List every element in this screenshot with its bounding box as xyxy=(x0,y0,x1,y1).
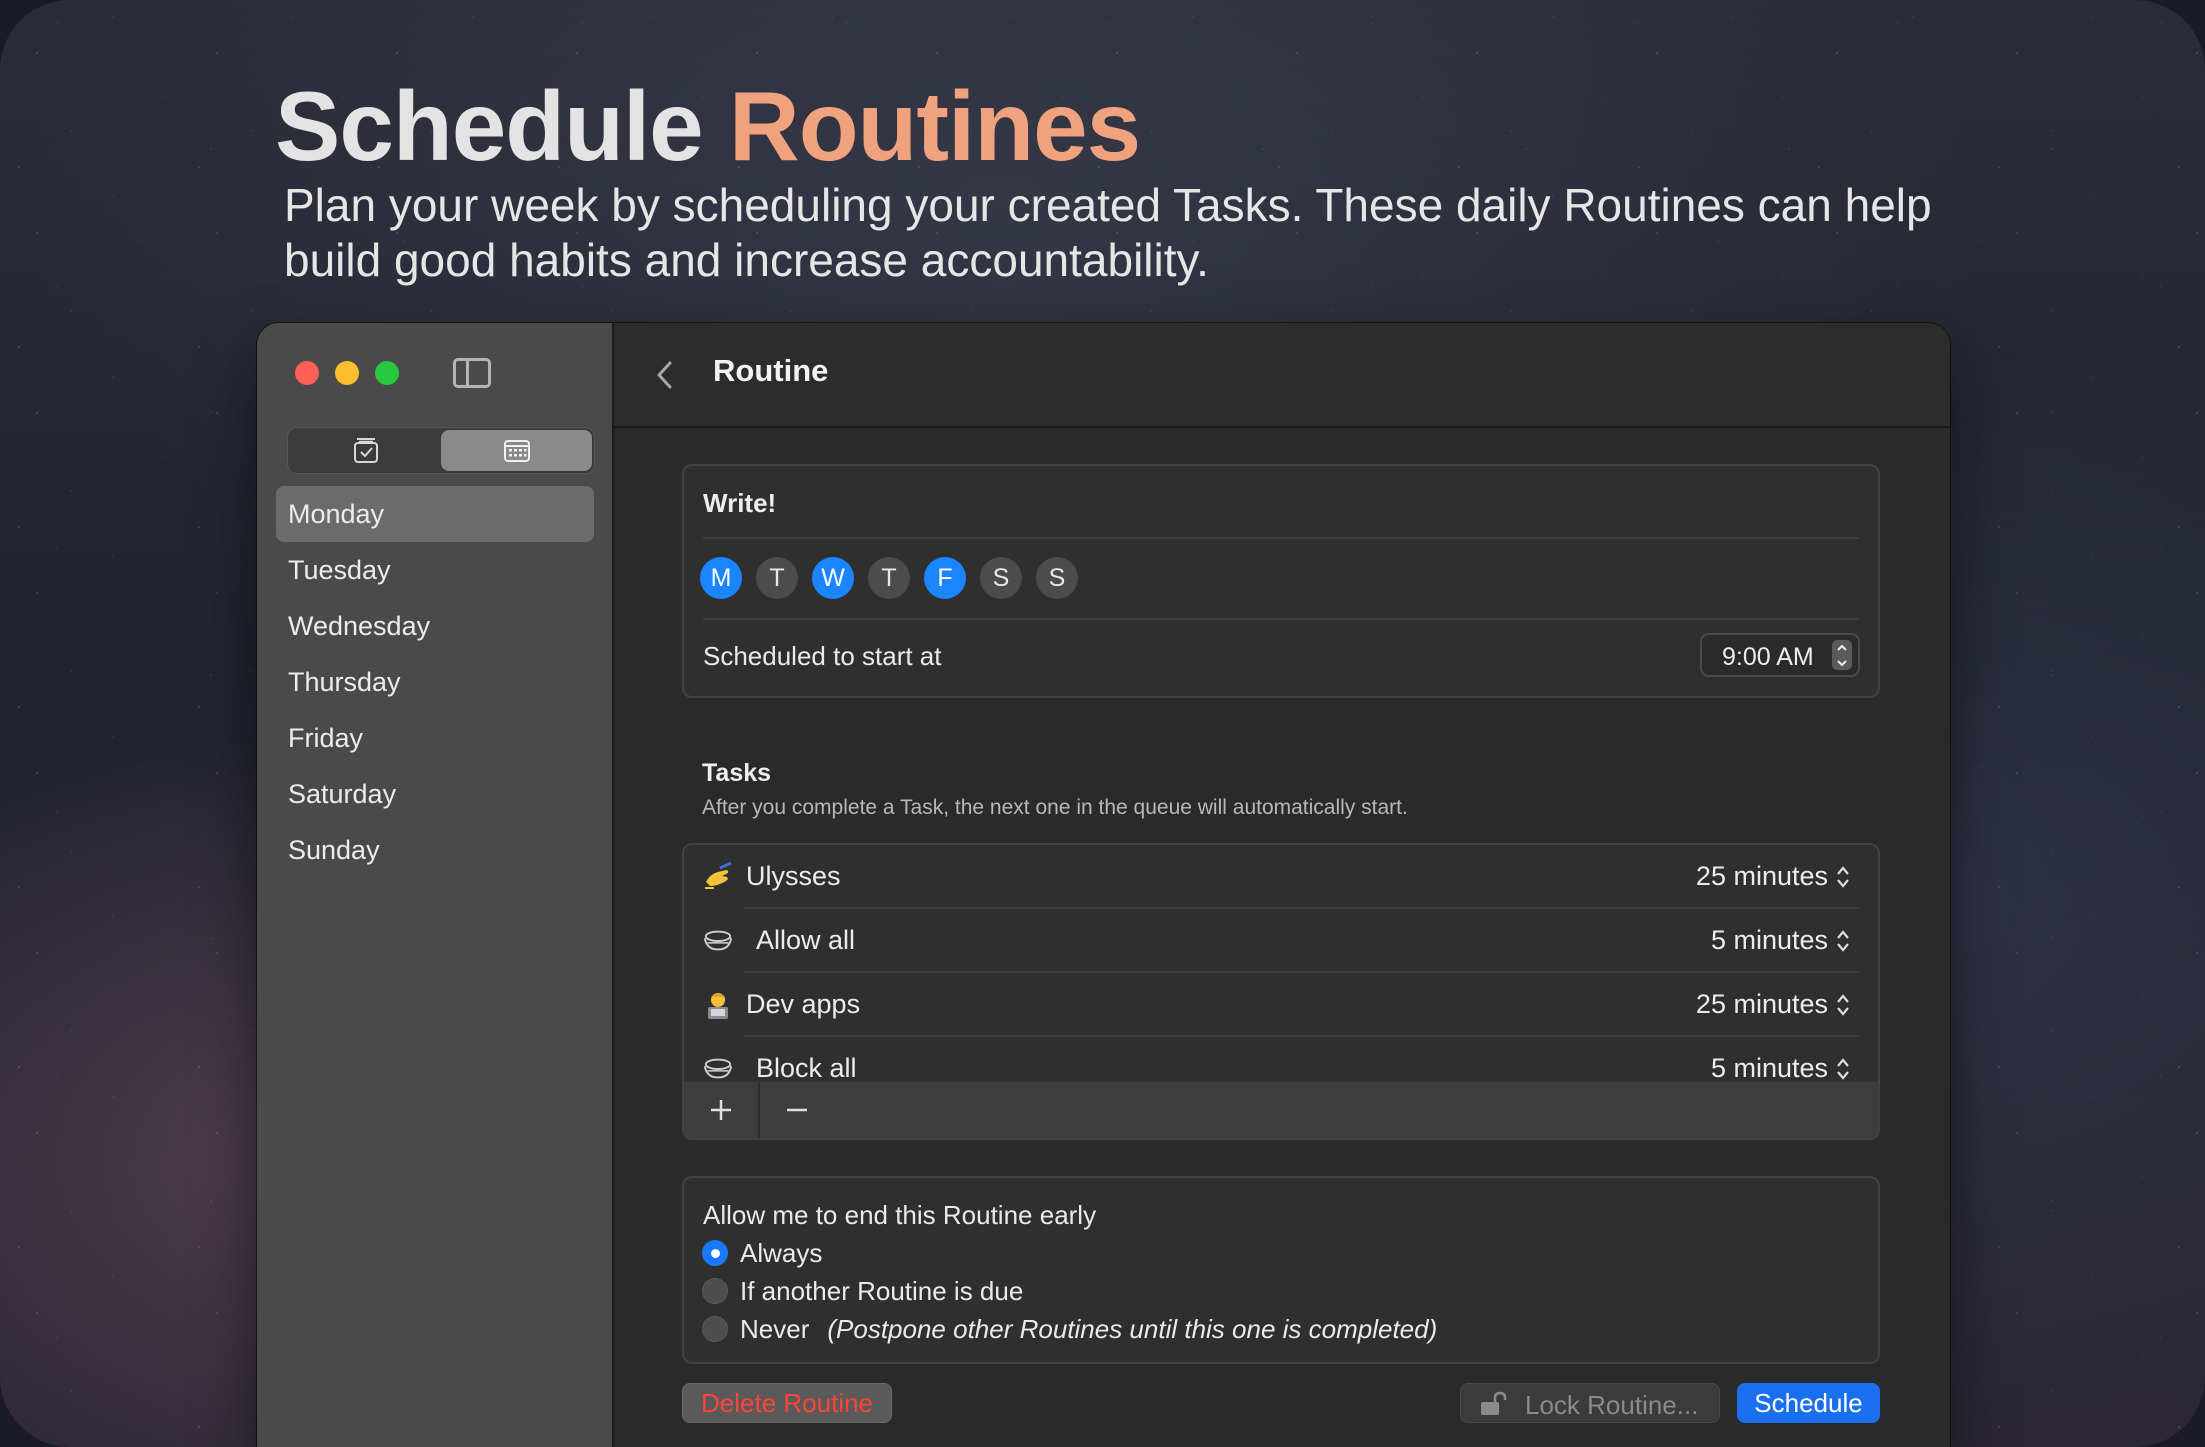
day-item-thursday[interactable]: Thursday xyxy=(276,654,594,710)
tasks-heading: Tasks xyxy=(702,759,772,787)
radio-label: Always xyxy=(740,1237,823,1268)
task-row[interactable]: Dev apps 25 minutes xyxy=(684,973,1878,1037)
lock-routine-label: Lock Routine... xyxy=(1525,1390,1699,1420)
main-content: Routine Write! M T W T F S S Scheduled t… xyxy=(614,323,1950,1447)
tasks-card: Ulysses 25 minutes Allow all 5 minutes D… xyxy=(682,843,1880,1140)
weekday-tuesday[interactable]: T xyxy=(756,557,798,599)
radio-button[interactable] xyxy=(702,1240,728,1266)
sidebar-toggle-icon[interactable] xyxy=(453,358,491,388)
end-early-card: Allow me to end this Routine early Alway… xyxy=(682,1176,1880,1364)
divider xyxy=(703,537,1859,539)
hero-title-accent: Routines xyxy=(728,71,1141,181)
weekday-wednesday[interactable]: W xyxy=(812,557,854,599)
task-name: Allow all xyxy=(756,925,856,955)
close-window-button[interactable] xyxy=(295,361,319,385)
weekday-thursday[interactable]: T xyxy=(868,557,910,599)
view-segmented-control xyxy=(287,427,595,474)
tasks-description: After you complete a Task, the next one … xyxy=(702,796,1408,819)
add-task-button[interactable] xyxy=(684,1082,758,1138)
calendar-grid-icon xyxy=(503,439,530,462)
plus-icon xyxy=(711,1100,731,1120)
chevron-up-icon[interactable] xyxy=(1836,644,1848,652)
bowl-icon xyxy=(702,926,734,956)
day-item-wednesday[interactable]: Wednesday xyxy=(276,598,594,654)
radio-always[interactable]: Always xyxy=(702,1236,822,1270)
task-duration[interactable]: 25 minutes xyxy=(1696,861,1828,892)
chevron-down-icon[interactable] xyxy=(1836,659,1848,667)
radio-note: (Postpone other Routines until this one … xyxy=(827,1313,1438,1344)
chevron-left-icon xyxy=(657,361,672,389)
task-name: Ulysses xyxy=(746,861,841,891)
start-time-value[interactable]: 9:00 AM xyxy=(1722,643,1814,672)
task-name: Dev apps xyxy=(746,989,861,1019)
task-duration[interactable]: 5 minutes xyxy=(1711,925,1828,956)
divider xyxy=(703,618,1859,620)
hero-title: Schedule Routines xyxy=(275,70,1141,183)
up-down-chevron-icon[interactable] xyxy=(1836,929,1850,953)
page-title: Routine xyxy=(713,353,829,388)
delete-routine-button[interactable]: Delete Routine xyxy=(682,1383,892,1423)
day-item-tuesday[interactable]: Tuesday xyxy=(276,542,594,598)
time-stepper[interactable] xyxy=(1832,640,1852,670)
sidebar: Monday Tuesday Wednesday Thursday Friday… xyxy=(257,323,614,1447)
task-duration[interactable]: 5 minutes xyxy=(1711,1053,1828,1084)
back-button[interactable] xyxy=(650,355,680,395)
minus-icon xyxy=(787,1108,807,1112)
lock-routine-button[interactable]: Lock Routine... xyxy=(1460,1383,1720,1423)
background: Schedule Routines Plan your week by sche… xyxy=(0,0,2205,1447)
remove-task-button[interactable] xyxy=(758,1082,834,1138)
calendar-check-icon xyxy=(353,437,378,463)
up-down-chevron-icon[interactable] xyxy=(1836,1057,1850,1081)
hero-subtitle: Plan your week by scheduling your create… xyxy=(284,179,1932,286)
task-name: Block all xyxy=(756,1053,857,1083)
radio-label: If another Routine is due xyxy=(740,1275,1024,1306)
unlock-icon xyxy=(1481,1391,1507,1415)
tasks-toolbar xyxy=(684,1081,1878,1138)
day-item-monday[interactable]: Monday xyxy=(276,486,594,542)
weekday-monday[interactable]: M xyxy=(700,557,742,599)
day-item-saturday[interactable]: Saturday xyxy=(276,766,594,822)
day-item-friday[interactable]: Friday xyxy=(276,710,594,766)
title-bar: Routine xyxy=(614,323,1950,428)
start-time-picker[interactable]: 9:00 AM xyxy=(1700,633,1860,677)
task-duration[interactable]: 25 minutes xyxy=(1696,989,1828,1020)
zoom-window-button[interactable] xyxy=(375,361,399,385)
weekday-picker: M T W T F S S xyxy=(700,557,1078,599)
radio-label: Never xyxy=(740,1313,810,1344)
routine-card: Write! M T W T F S S Scheduled to start … xyxy=(682,464,1880,698)
weekday-sunday[interactable]: S xyxy=(1036,557,1078,599)
segment-tasks[interactable] xyxy=(290,430,441,471)
bowl-icon xyxy=(702,1054,734,1084)
minimize-window-button[interactable] xyxy=(335,361,359,385)
technologist-icon xyxy=(702,990,734,1020)
radio-never[interactable]: Never (Postpone other Routines until thi… xyxy=(702,1312,1437,1346)
task-row[interactable]: Allow all 5 minutes xyxy=(684,909,1878,973)
end-early-title: Allow me to end this Routine early xyxy=(703,1200,1097,1230)
app-window: Monday Tuesday Wednesday Thursday Friday… xyxy=(257,323,1950,1447)
radio-button[interactable] xyxy=(702,1278,728,1304)
radio-another-routine[interactable]: If another Routine is due xyxy=(702,1274,1023,1308)
hero-title-main: Schedule xyxy=(275,71,729,181)
up-down-chevron-icon[interactable] xyxy=(1836,993,1850,1017)
day-list: Monday Tuesday Wednesday Thursday Friday… xyxy=(276,486,594,878)
weekday-saturday[interactable]: S xyxy=(980,557,1022,599)
radio-button[interactable] xyxy=(702,1316,728,1342)
writing-hand-icon xyxy=(702,862,734,892)
schedule-button[interactable]: Schedule xyxy=(1737,1383,1880,1423)
day-item-sunday[interactable]: Sunday xyxy=(276,822,594,878)
start-time-label: Scheduled to start at xyxy=(703,641,942,671)
task-row[interactable]: Ulysses 25 minutes xyxy=(684,845,1878,909)
weekday-friday[interactable]: F xyxy=(924,557,966,599)
routine-name[interactable]: Write! xyxy=(703,488,776,519)
segment-schedule[interactable] xyxy=(441,430,592,471)
up-down-chevron-icon[interactable] xyxy=(1836,865,1850,889)
